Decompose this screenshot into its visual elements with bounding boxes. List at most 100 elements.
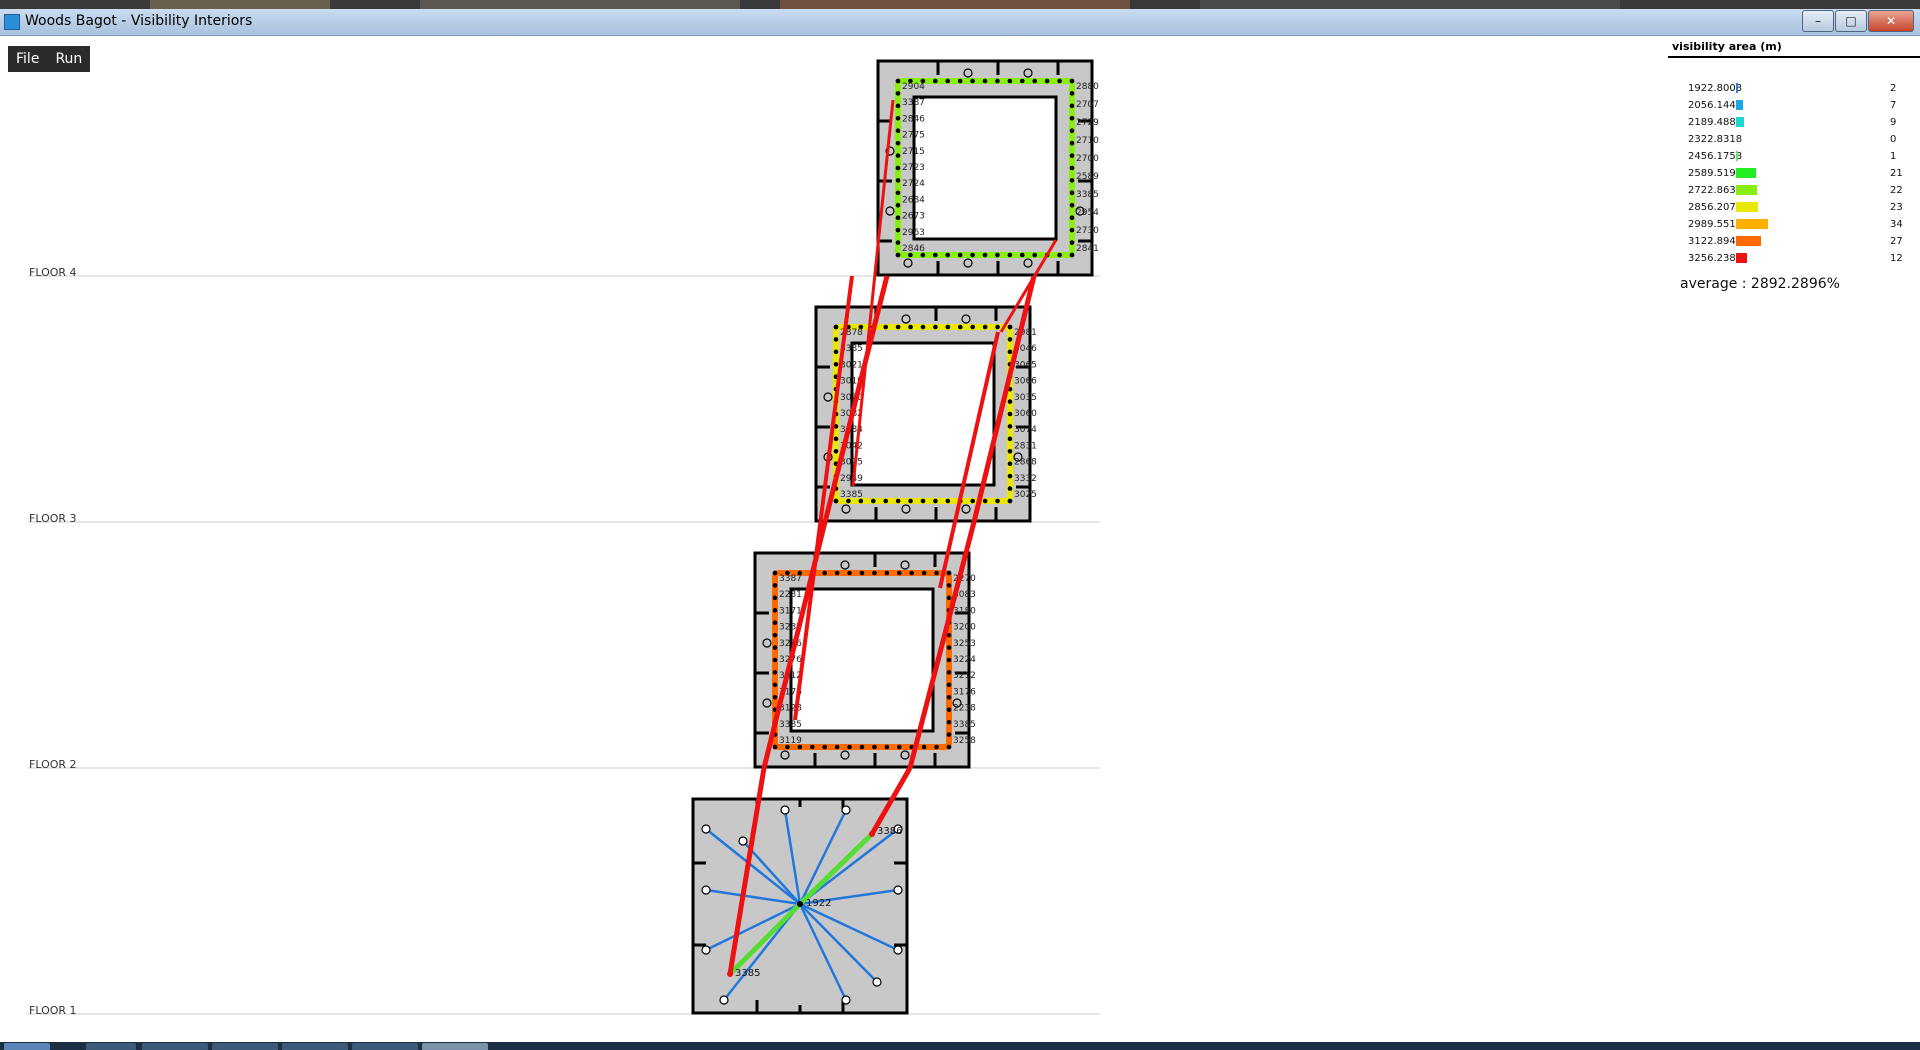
viewpoint-node — [872, 977, 882, 987]
sample-point — [908, 324, 913, 330]
taskbar-item-active[interactable] — [422, 1043, 488, 1050]
sample-point — [772, 570, 778, 576]
legend-row: 1922.8003 2 — [1668, 82, 1920, 96]
sample-point — [1007, 498, 1013, 504]
sample-point — [982, 498, 988, 504]
sample-point — [934, 570, 939, 576]
legend-value: 2456.1758 — [1688, 151, 1743, 162]
point-label: 2238 — [953, 704, 976, 714]
legend-count: 22 — [1890, 185, 1903, 196]
legend-count: 2 — [1890, 83, 1897, 94]
taskbar-item[interactable] — [86, 1043, 136, 1050]
point-label: 3387 — [779, 574, 802, 584]
sample-point — [945, 498, 951, 504]
sample-point — [1019, 78, 1025, 84]
point-label: 3385 — [1076, 190, 1099, 200]
point-label: 2846 — [902, 244, 925, 254]
legend-row: 3256.2388 12 — [1668, 252, 1920, 266]
viewpoint-node — [701, 885, 711, 895]
point-label: 3021 — [840, 360, 863, 370]
legend-value: 3256.2388 — [1688, 253, 1743, 264]
upper-floor-plans[interactable]: 2904 3387 2846 2775 2715 2723 2724 2684 2673 2963… — [753, 59, 1099, 769]
sample-point — [833, 337, 839, 342]
sample-point — [920, 498, 926, 504]
sample-point — [933, 324, 938, 330]
sample-point — [946, 719, 952, 725]
sample-point — [946, 645, 952, 650]
legend-value: 2722.8633 — [1688, 185, 1743, 196]
sample-point — [1069, 165, 1075, 171]
sample-point — [1007, 399, 1013, 404]
legend-row: 2322.8318 0 — [1668, 133, 1920, 147]
viewpoint-node — [893, 945, 903, 955]
taskbar[interactable] — [0, 1042, 1920, 1050]
sample-point — [884, 570, 890, 576]
sample-point — [834, 744, 840, 750]
point-label: 3025 — [1014, 490, 1037, 500]
point-label: 3176 — [953, 687, 976, 697]
sample-point — [1007, 486, 1013, 491]
sample-point — [970, 252, 975, 258]
start-button[interactable] — [4, 1043, 50, 1050]
sample-point — [946, 682, 952, 688]
floor2-plan[interactable]: 3387223131713232328632763212317631283385… — [753, 551, 976, 769]
legend-count: 0 — [1890, 134, 1897, 145]
taskbar-item[interactable] — [352, 1043, 418, 1050]
point-label: 2841 — [1076, 244, 1099, 254]
taskbar-item[interactable] — [282, 1043, 348, 1050]
sample-point — [1007, 78, 1013, 84]
visibility-canvas[interactable]: FLOOR 4 FLOOR 3 FLOOR 2 FLOOR 1 1922 338… — [0, 0, 1920, 1050]
sample-point — [932, 252, 938, 258]
legend-count: 7 — [1890, 100, 1897, 111]
sample-point — [921, 570, 927, 576]
sample-point — [883, 498, 889, 504]
taskbar-item[interactable] — [212, 1043, 278, 1050]
floor2-void — [789, 587, 935, 733]
point-label: 3060 — [1014, 409, 1037, 419]
legend-bar — [1736, 219, 1768, 229]
point-label: 3224 — [953, 655, 976, 665]
point-label: 3385 — [840, 490, 863, 500]
point-label: 2700 — [1076, 154, 1099, 164]
floor4-plan[interactable]: 2904 3387 2846 2775 2715 2723 2724 2684 2673 2963… — [876, 59, 1099, 277]
sample-point — [995, 78, 1000, 84]
sample-point — [1069, 202, 1075, 208]
sample-point — [1069, 91, 1075, 96]
floor3-plan[interactable]: 2878338530213019305030823084304230252949… — [814, 305, 1037, 523]
sample-point — [772, 583, 778, 588]
sample-point — [895, 78, 901, 84]
point-label: 2684 — [902, 195, 925, 205]
sample-point — [834, 570, 840, 576]
sample-point — [1069, 227, 1075, 233]
point-label: 2673 — [902, 212, 925, 222]
point-label: 3035 — [1014, 393, 1037, 403]
sample-point — [946, 583, 952, 588]
sample-point — [932, 78, 938, 84]
legend-count: 34 — [1890, 219, 1903, 230]
sample-point — [1007, 411, 1013, 417]
sample-point — [1007, 436, 1013, 442]
legend-row: 2189.488 9 — [1668, 116, 1920, 130]
legend-value: 2322.8318 — [1688, 134, 1743, 145]
sample-point — [847, 570, 852, 576]
legend-row: 3122.8948 27 — [1668, 235, 1920, 249]
sample-point — [1007, 337, 1013, 342]
sample-point — [1069, 128, 1075, 134]
sample-point — [772, 607, 778, 613]
sample-point — [896, 570, 902, 576]
point-label: 2846 — [902, 114, 925, 124]
point-label: 2710 — [1076, 136, 1099, 146]
sample-point — [895, 140, 901, 146]
sample-point — [895, 215, 901, 221]
sample-point — [1069, 178, 1075, 183]
sample-point — [982, 324, 988, 330]
legend-bar — [1736, 185, 1757, 195]
legend-value: 2856.207 — [1688, 202, 1736, 213]
point-label: 3074 — [1014, 425, 1037, 435]
legend-value: 1922.8003 — [1688, 83, 1743, 94]
taskbar-item[interactable] — [142, 1043, 208, 1050]
sample-point — [895, 165, 901, 171]
sample-point — [822, 744, 828, 750]
point-label: 2868 — [1014, 458, 1037, 468]
point-label: 2954 — [1076, 208, 1099, 218]
